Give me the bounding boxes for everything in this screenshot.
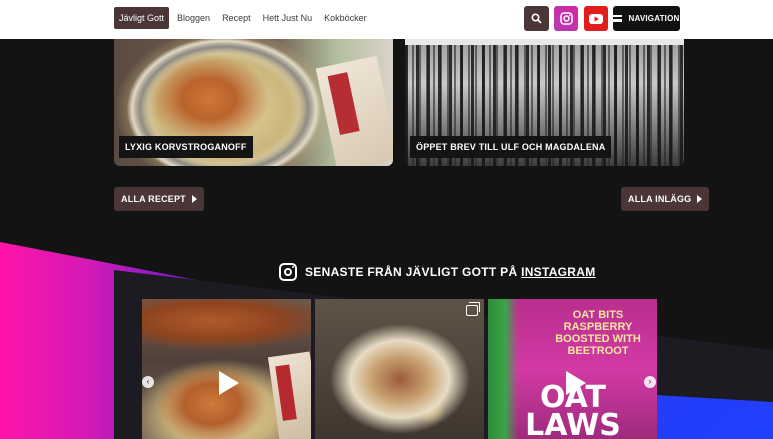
nav-item-blog[interactable]: Bloggen: [173, 7, 214, 29]
instagram-icon: [559, 12, 573, 25]
youtube-button[interactable]: [584, 6, 608, 31]
all-posts-label: ALLA INLÄGG: [628, 194, 692, 204]
heading-prefix: SENASTE FRÅN JÄVLIGT GOTT PÅ: [305, 265, 518, 279]
sausage-package-image: [315, 55, 393, 166]
instagram-link[interactable]: INSTAGRAM: [521, 265, 595, 279]
arrow-right-icon: [191, 195, 197, 203]
all-recipes-button[interactable]: ALLA RECEPT: [114, 187, 204, 211]
blog-card[interactable]: ÖPPET BREV TILL ULF OCH MAGDALENA: [405, 39, 684, 166]
recipe-card[interactable]: LYXIG KORVSTROGANOFF: [114, 39, 393, 166]
instagram-post[interactable]: [315, 299, 484, 439]
youtube-icon: [589, 13, 603, 24]
search-button[interactable]: [524, 6, 549, 31]
carousel-next-icon[interactable]: ›: [644, 376, 656, 388]
instagram-heading-text: SENASTE FRÅN JÄVLIGT GOTT PÅ INSTAGRAM: [305, 265, 596, 279]
image-top-strip: [405, 39, 684, 45]
instagram-icon: [279, 263, 297, 281]
all-posts-button[interactable]: ALLA INLÄGG: [621, 187, 710, 211]
instagram-button[interactable]: [554, 6, 578, 31]
navigation-button[interactable]: NAVIGATION: [613, 6, 680, 31]
nav-item-recipes[interactable]: Recept: [218, 7, 255, 29]
site-header: Jävligt Gott Bloggen Recept Hett Just Nu…: [0, 0, 773, 39]
nav-item-trending[interactable]: Hett Just Nu: [259, 7, 317, 29]
instagram-heading: SENASTE FRÅN JÄVLIGT GOTT PÅ INSTAGRAM: [279, 262, 596, 282]
menu-icon: [613, 15, 623, 22]
card-caption: LYXIG KORVSTROGANOFF: [119, 136, 253, 158]
gallery-icon: [466, 302, 480, 316]
card-caption: ÖPPET BREV TILL ULF OCH MAGDALENA: [410, 136, 612, 158]
nav-item-home[interactable]: Jävligt Gott: [114, 7, 170, 29]
instagram-post[interactable]: [142, 299, 311, 439]
play-icon[interactable]: [219, 371, 239, 395]
play-icon[interactable]: [566, 371, 586, 395]
main-nav: Jävligt Gott Bloggen Recept Hett Just Nu…: [114, 7, 371, 29]
search-icon: [531, 13, 542, 24]
all-recipes-label: ALLA RECEPT: [121, 194, 186, 204]
instagram-post[interactable]: OAT BITS RASPBERRY BOOSTED WITH BEETROOT…: [488, 299, 657, 439]
arrow-right-icon: [697, 195, 703, 203]
carousel-prev-icon[interactable]: ‹: [142, 376, 154, 388]
package-subtitle: OAT BITS RASPBERRY BOOSTED WITH BEETROOT: [555, 309, 641, 357]
sausage-package-image: [267, 351, 311, 439]
navigation-label: NAVIGATION: [628, 14, 680, 23]
nav-item-cookbooks[interactable]: Kokböcker: [320, 7, 371, 29]
